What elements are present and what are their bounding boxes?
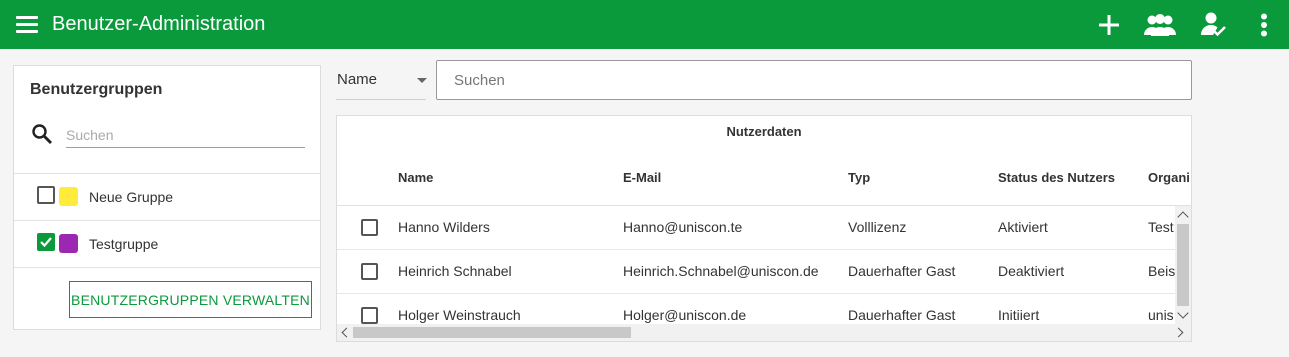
divider [14,267,320,268]
user-search-input[interactable] [436,60,1192,100]
cell-type: Dauerhafter Gast [848,263,956,279]
scroll-right-icon[interactable] [1173,327,1184,338]
cell-status: Aktiviert [998,219,1048,235]
table-row[interactable]: Hanno Wilders Hanno@uniscon.te Volllizen… [337,206,1175,250]
manage-groups-button[interactable]: BENUTZERGRUPPEN VERWALTEN [69,281,312,318]
user-table: Nutzerdaten Name E-Mail Typ Status des N… [336,115,1192,342]
row-checkbox[interactable] [361,263,378,280]
column-header-status[interactable]: Status des Nutzers [998,170,1115,185]
dropdown-arrow-icon [417,78,427,83]
column-header-name[interactable]: Name [398,170,433,185]
check-icon [40,237,52,248]
hamburger-menu-icon[interactable] [16,14,38,34]
app-bar: Benutzer-Administration [0,0,1289,49]
column-header-organization[interactable]: Organi [1148,170,1191,185]
cell-type: Dauerhafter Gast [848,307,956,323]
cell-status: Initiiert [998,307,1040,323]
search-field-select[interactable]: Name [336,61,427,100]
cell-status: Deaktiviert [998,263,1065,279]
cell-name: Holger Weinstrauch [398,307,521,323]
group-color-swatch [59,234,78,253]
group-color-swatch [59,187,78,206]
scroll-up-icon[interactable] [1177,211,1189,223]
cell-name: Heinrich Schnabel [398,263,512,279]
vertical-scroll-thumb[interactable] [1177,224,1189,306]
row-checkbox[interactable] [361,219,378,236]
panel-title: Benutzergruppen [30,81,163,98]
group-label: Neue Gruppe [89,189,174,205]
row-checkbox[interactable] [361,307,378,324]
add-icon[interactable] [1094,8,1124,42]
cell-email: Hanno@uniscon.te [623,219,743,235]
horizontal-scroll-thumb[interactable] [353,327,631,338]
group-checkbox[interactable] [37,233,55,251]
vertical-scrollbar[interactable] [1175,206,1191,324]
cell-email: Heinrich.Schnabel@uniscon.de [623,263,819,279]
cell-organization: Test [1148,219,1174,235]
user-check-icon[interactable] [1197,8,1229,42]
group-label: Testgruppe [89,236,159,252]
column-header-type[interactable]: Typ [848,170,870,185]
horizontal-scrollbar[interactable] [337,324,1191,341]
cell-type: Volllizenz [848,219,907,235]
group-search-input[interactable] [66,122,305,148]
table-row[interactable]: Holger Weinstrauch Holger@uniscon.de Dau… [337,294,1175,324]
column-header-email[interactable]: E-Mail [623,170,661,185]
cell-name: Hanno Wilders [398,219,490,235]
scroll-down-icon[interactable] [1177,307,1189,319]
search-icon [31,123,53,150]
group-checkbox[interactable] [37,186,55,204]
cell-organization: Beis [1148,263,1175,279]
table-header: Name E-Mail Typ Status des Nutzers Organ… [337,148,1191,206]
cell-email: Holger@uniscon.de [623,307,747,323]
more-vertical-icon[interactable] [1252,8,1276,42]
search-field-value: Name [337,71,378,88]
user-groups-panel: Benutzergruppen Neue Gruppe Testgruppe B… [13,65,321,330]
scroll-left-icon[interactable] [341,327,352,338]
table-row[interactable]: Heinrich Schnabel Heinrich.Schnabel@unis… [337,250,1175,294]
page-title: Benutzer-Administration [52,13,266,35]
cell-organization: unis [1148,307,1174,323]
group-item-neue-gruppe[interactable]: Neue Gruppe [14,174,320,220]
group-item-testgruppe[interactable]: Testgruppe [14,221,320,267]
table-body: Hanno Wilders Hanno@uniscon.te Volllizen… [337,206,1175,324]
user-group-icon[interactable] [1141,8,1179,42]
column-group-header: Nutzerdaten [726,124,802,139]
